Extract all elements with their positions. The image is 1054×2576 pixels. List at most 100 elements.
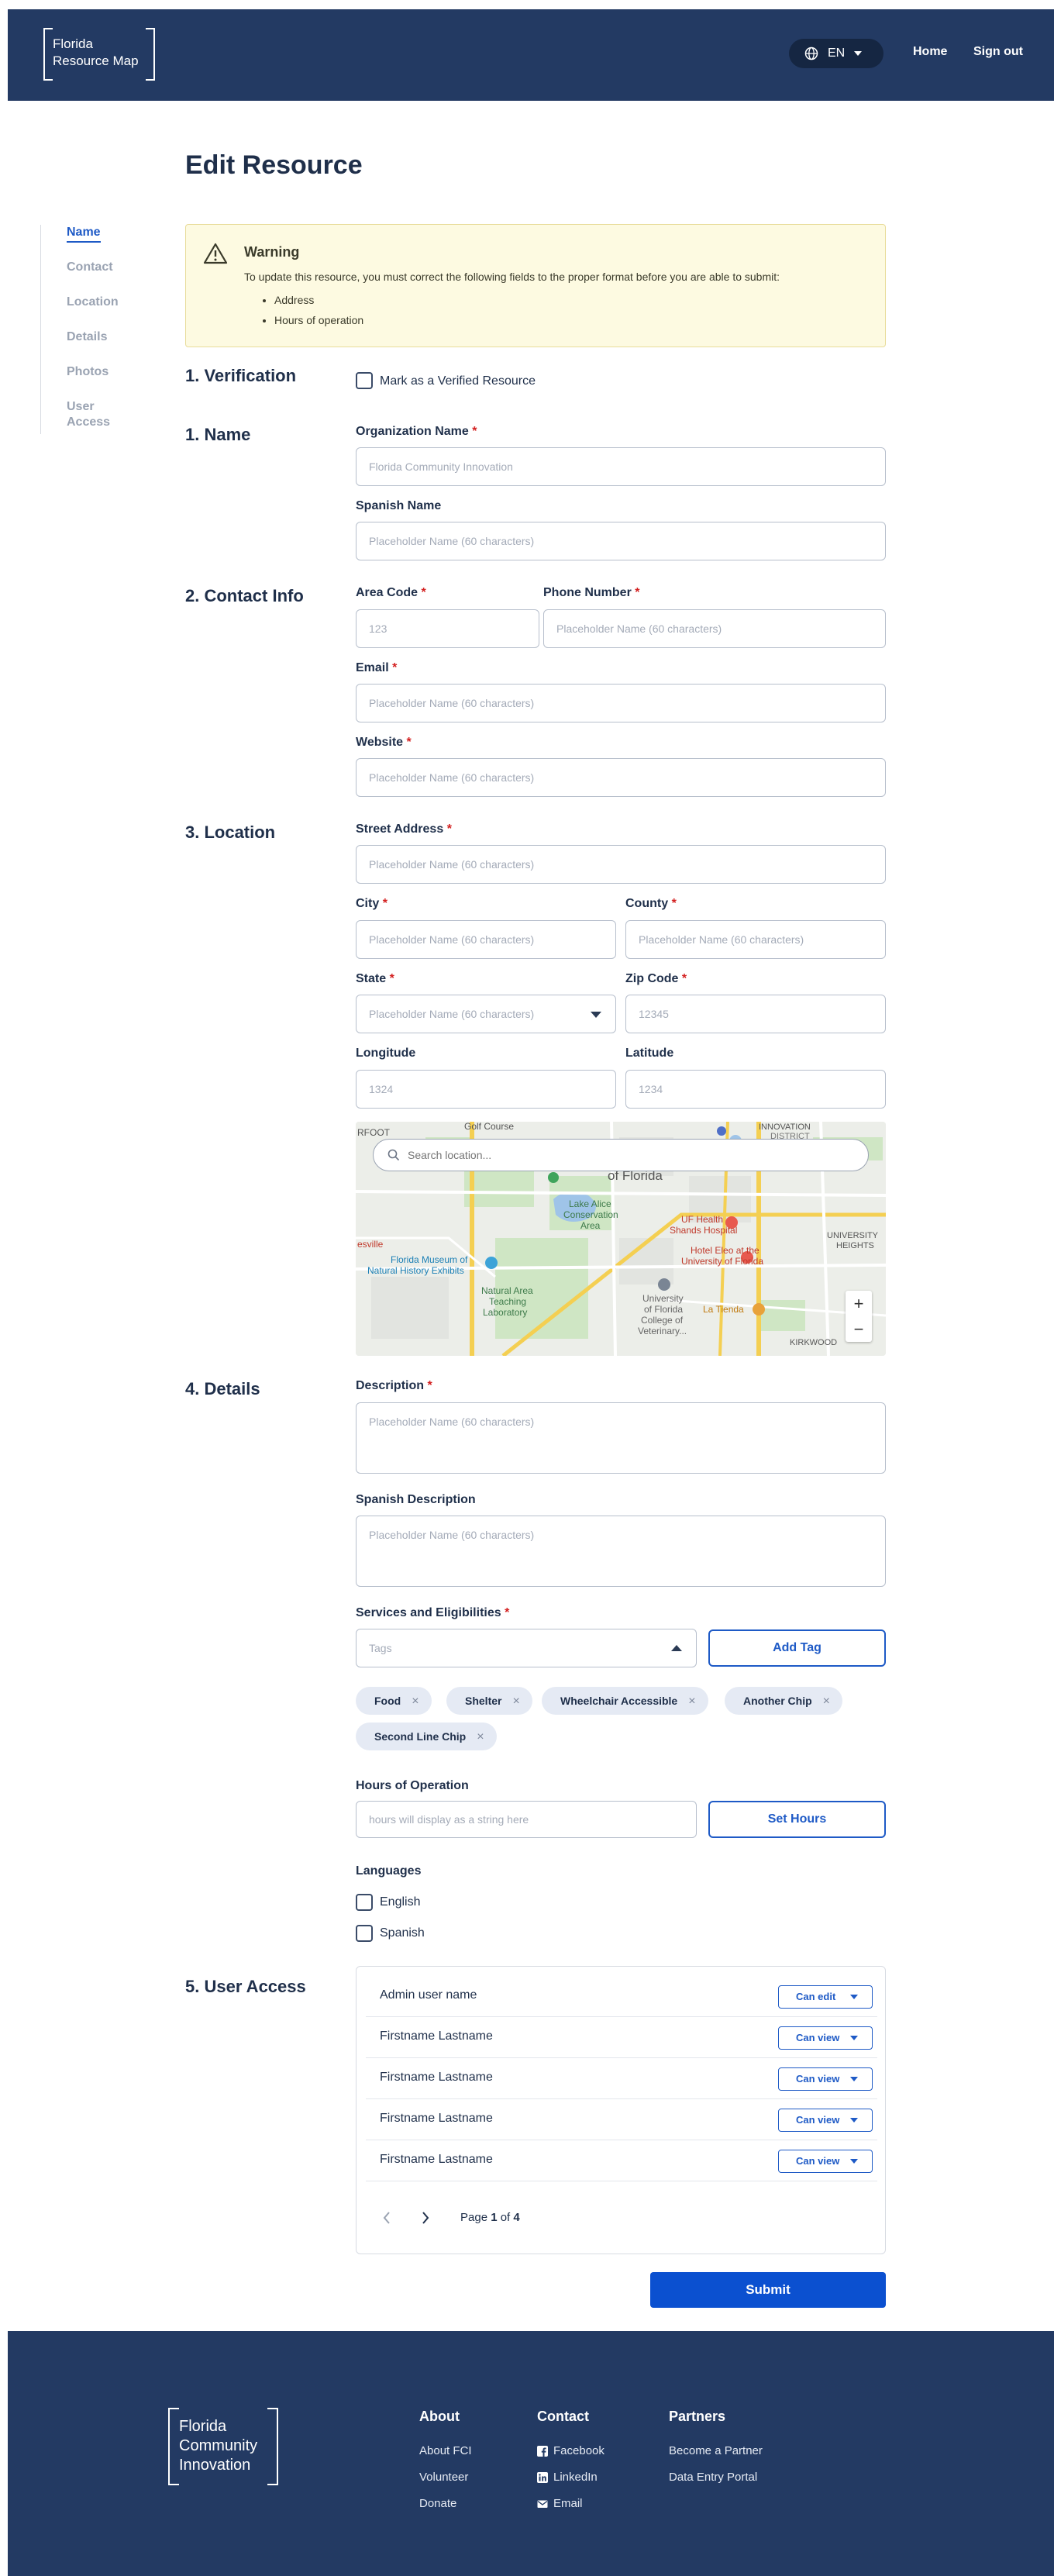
- footer-link-facebook[interactable]: Facebook: [537, 2444, 604, 2457]
- map-search-input[interactable]: [408, 1149, 842, 1161]
- warning-icon: [203, 243, 228, 264]
- table-row: Firstname Lastname Can view: [366, 2017, 877, 2058]
- tag-chip: Wheelchair Accessible ×: [542, 1687, 708, 1715]
- footer-link-linkedin[interactable]: LinkedIn: [537, 2471, 598, 2484]
- search-icon: [388, 1149, 400, 1161]
- spanish-name-input[interactable]: [356, 522, 886, 560]
- language-label-english: English: [380, 1895, 421, 1909]
- table-row: Firstname Lastname Can view: [366, 2058, 877, 2099]
- sidebar-item-details[interactable]: Details: [41, 329, 133, 364]
- longitude-label: Longitude: [356, 1047, 416, 1060]
- chevron-right-icon[interactable]: [420, 2210, 431, 2226]
- county-input[interactable]: [625, 920, 886, 959]
- email-input[interactable]: [356, 684, 886, 722]
- services-label: Services and Eligibilities *: [356, 1606, 510, 1619]
- warning-item: Address: [274, 290, 363, 310]
- footer-logo-line: Community: [179, 2437, 258, 2454]
- chip-label: Second Line Chip: [374, 1730, 467, 1743]
- footer-link-volunteer[interactable]: Volunteer: [419, 2471, 468, 2484]
- footer-partners-heading: Partners: [669, 2409, 726, 2424]
- section-sidebar: Name Contact Location Details Photos Use…: [40, 225, 133, 434]
- footer-link-data-entry[interactable]: Data Entry Portal: [669, 2471, 757, 2484]
- logo-line-1: Florida: [53, 36, 93, 51]
- contact-section-title: 2. Contact Info: [185, 586, 304, 605]
- sidebar-item-name[interactable]: Name: [41, 225, 133, 260]
- map-label: Natural Area: [481, 1285, 533, 1296]
- map-label: Golf Course: [464, 1122, 514, 1132]
- user-access-table: Admin user name Can edit Firstname Lastn…: [356, 1966, 886, 2254]
- details-section-title: 4. Details: [185, 1379, 260, 1398]
- tags-select-input[interactable]: [356, 1629, 697, 1667]
- longitude-input[interactable]: [356, 1070, 616, 1109]
- state-select[interactable]: [356, 995, 616, 1033]
- phone-number-input[interactable]: [543, 609, 886, 648]
- footer-contact-heading: Contact: [537, 2409, 589, 2424]
- org-name-input[interactable]: [356, 447, 886, 486]
- tags-select[interactable]: [356, 1629, 697, 1667]
- zoom-out-button[interactable]: −: [846, 1316, 872, 1342]
- area-code-input[interactable]: [356, 609, 539, 648]
- submit-button[interactable]: Submit: [650, 2272, 886, 2308]
- footer-link-donate[interactable]: Donate: [419, 2497, 456, 2510]
- sidebar-item-photos[interactable]: Photos: [41, 364, 133, 399]
- permission-dropdown[interactable]: Can edit: [778, 1985, 873, 2009]
- state-select-input[interactable]: [356, 995, 616, 1033]
- footer-link-email[interactable]: Email: [537, 2497, 583, 2510]
- footer-logo[interactable]: Florida Community Innovation: [168, 2408, 278, 2485]
- chevron-down-icon: [850, 2077, 858, 2081]
- map-label: INNOVATION: [759, 1122, 811, 1132]
- nav-signout-link[interactable]: Sign out: [973, 45, 1023, 59]
- chevron-left-icon[interactable]: [381, 2210, 392, 2226]
- map-search-bar[interactable]: [373, 1139, 869, 1171]
- close-icon[interactable]: ×: [477, 1730, 484, 1743]
- zoom-in-button[interactable]: +: [846, 1291, 872, 1316]
- location-map[interactable]: Golf Course INNOVATION DISTRICT RFOOT of…: [356, 1122, 886, 1356]
- map-zoom-control: + −: [846, 1291, 872, 1342]
- zip-code-input[interactable]: [625, 995, 886, 1033]
- city-input[interactable]: [356, 920, 616, 959]
- verified-checkbox[interactable]: [356, 372, 373, 389]
- website-input[interactable]: [356, 758, 886, 797]
- permission-dropdown[interactable]: Can view: [778, 2150, 873, 2173]
- close-icon[interactable]: ×: [688, 1695, 695, 1708]
- sidebar-item-contact[interactable]: Contact: [41, 260, 133, 295]
- map-label: Hotel Eleo at the: [691, 1245, 760, 1256]
- map-label: Conservation: [563, 1209, 618, 1220]
- street-address-input[interactable]: [356, 845, 886, 884]
- nav-home-link[interactable]: Home: [913, 45, 947, 59]
- spanish-description-textarea[interactable]: [356, 1516, 886, 1587]
- globe-icon: [804, 47, 818, 60]
- latitude-label: Latitude: [625, 1047, 674, 1060]
- permission-dropdown[interactable]: Can view: [778, 2026, 873, 2050]
- close-icon[interactable]: ×: [823, 1695, 830, 1708]
- map-label: esville: [357, 1239, 384, 1250]
- close-icon[interactable]: ×: [412, 1695, 418, 1708]
- language-checkbox-english[interactable]: [356, 1894, 373, 1911]
- permission-dropdown[interactable]: Can view: [778, 2109, 873, 2132]
- latitude-input[interactable]: [625, 1070, 886, 1109]
- footer-link-about[interactable]: About FCI: [419, 2444, 472, 2457]
- table-row: Firstname Lastname Can view: [366, 2140, 877, 2181]
- map-label: Florida Museum of: [391, 1254, 468, 1265]
- site-logo[interactable]: Florida Resource Map: [43, 28, 155, 81]
- sidebar-item-user-access[interactable]: User Access: [41, 399, 133, 434]
- sidebar-item-location[interactable]: Location: [41, 295, 133, 329]
- hours-input[interactable]: [356, 1801, 697, 1838]
- map-label: College of: [641, 1315, 684, 1326]
- hours-label: Hours of Operation: [356, 1779, 469, 1792]
- close-icon[interactable]: ×: [512, 1695, 519, 1708]
- city-label: City *: [356, 897, 388, 910]
- language-selector[interactable]: EN: [789, 39, 884, 68]
- description-textarea[interactable]: [356, 1402, 886, 1474]
- set-hours-button[interactable]: Set Hours: [708, 1801, 886, 1838]
- permission-dropdown[interactable]: Can view: [778, 2067, 873, 2091]
- user-name: Firstname Lastname: [380, 2112, 493, 2125]
- user-name: Admin user name: [380, 1988, 477, 2002]
- language-checkbox-spanish[interactable]: [356, 1925, 373, 1942]
- chip-label: Food: [374, 1695, 401, 1707]
- map-label: Teaching: [489, 1296, 526, 1307]
- add-tag-button[interactable]: Add Tag: [708, 1629, 886, 1667]
- footer-link-become-partner[interactable]: Become a Partner: [669, 2444, 763, 2457]
- warning-text: To update this resource, you must correc…: [244, 271, 780, 283]
- chip-label: Another Chip: [743, 1695, 812, 1707]
